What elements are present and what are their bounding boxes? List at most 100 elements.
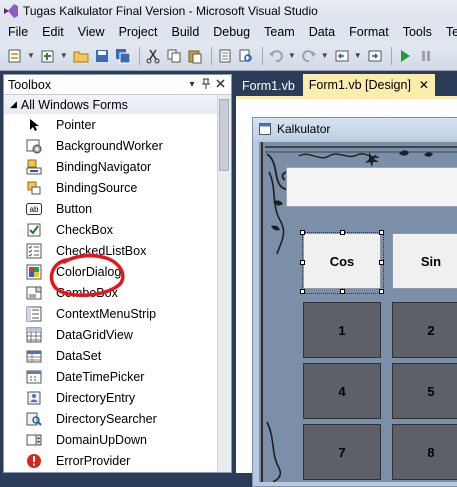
pointer-icon bbox=[26, 117, 42, 133]
digit-5-button[interactable]: 5 bbox=[392, 363, 457, 419]
pause-icon[interactable] bbox=[417, 47, 435, 65]
form-kalkulator[interactable]: Kalkulator Cos Sin 1 2 4 5 7 8 bbox=[252, 117, 457, 487]
toolbox-item-label: DirectorySearcher bbox=[56, 411, 157, 426]
menu-debug[interactable]: Debug bbox=[206, 25, 257, 39]
tab-form1-vb-design[interactable]: Form1.vb [Design] ✕ bbox=[302, 74, 435, 96]
menu-team[interactable]: Team bbox=[257, 25, 302, 39]
toolbox-item-contextmenustrip[interactable]: ContextMenuStrip bbox=[4, 303, 231, 324]
title-bar: Tugas Kalkulator Final Version - Microso… bbox=[0, 0, 457, 22]
menu-test[interactable]: Test bbox=[439, 25, 457, 39]
paste-icon[interactable] bbox=[186, 47, 204, 65]
menu-file[interactable]: File bbox=[0, 25, 35, 39]
cos-button[interactable]: Cos bbox=[303, 233, 381, 289]
display-textbox[interactable] bbox=[286, 167, 457, 207]
window-position-icon[interactable]: ▾ bbox=[185, 79, 199, 90]
tab-form1-vb[interactable]: Form1.vb bbox=[236, 76, 301, 96]
toolbox-scroll-thumb[interactable] bbox=[219, 99, 229, 171]
resize-handle[interactable] bbox=[340, 289, 345, 294]
menu-tools[interactable]: Tools bbox=[396, 25, 439, 39]
toolbox-item-datetimepicker[interactable]: DateTimePicker bbox=[4, 366, 231, 387]
menu-data[interactable]: Data bbox=[302, 25, 342, 39]
new-project-dropdown-icon[interactable]: ▼ bbox=[27, 51, 35, 60]
save-all-icon[interactable] bbox=[114, 47, 132, 65]
toolbox-item-combobox[interactable]: ComboBox bbox=[4, 282, 231, 303]
toolbox-item-domainupdown[interactable]: DomainUpDown bbox=[4, 429, 231, 450]
toolbox-section-all-windows-forms[interactable]: ◢ All Windows Forms bbox=[4, 95, 231, 114]
menu-build[interactable]: Build bbox=[164, 25, 206, 39]
resize-handle[interactable] bbox=[379, 260, 384, 265]
toolbox-item-pointer[interactable]: Pointer bbox=[4, 114, 231, 135]
toolbar-separator bbox=[210, 46, 212, 65]
navigate-backward-dropdown-icon[interactable]: ▼ bbox=[354, 51, 362, 60]
toolbox-item-backgroundworker[interactable]: BackgroundWorker bbox=[4, 135, 231, 156]
close-icon[interactable]: ✕ bbox=[419, 78, 429, 92]
undo-icon[interactable] bbox=[267, 47, 285, 65]
toolbox-item-label: ContextMenuStrip bbox=[56, 306, 157, 321]
resize-handle[interactable] bbox=[340, 230, 345, 235]
navigate-backward-icon[interactable] bbox=[333, 47, 351, 65]
sin-button[interactable]: Sin bbox=[392, 233, 457, 289]
datetimepicker-icon bbox=[26, 369, 42, 385]
toolbox-item-label: DomainUpDown bbox=[56, 432, 148, 447]
add-item-dropdown-icon[interactable]: ▼ bbox=[60, 51, 68, 60]
menu-bar: File Edit View Project Build Debug Team … bbox=[0, 22, 457, 41]
tab-label: Form1.vb [Design] bbox=[308, 78, 411, 92]
open-folder-icon[interactable] bbox=[72, 47, 90, 65]
resize-handle[interactable] bbox=[300, 289, 305, 294]
redo-icon[interactable] bbox=[300, 47, 318, 65]
find-icon[interactable] bbox=[237, 47, 255, 65]
resize-handle[interactable] bbox=[379, 289, 384, 294]
toolbox-item-label: BindingSource bbox=[56, 180, 138, 195]
toolbox-item-checkbox[interactable]: CheckBox bbox=[4, 219, 231, 240]
digit-2-button[interactable]: 2 bbox=[392, 302, 457, 358]
section-label: All Windows Forms bbox=[20, 97, 128, 112]
toolbox-item-colordialog[interactable]: ColorDialog bbox=[4, 261, 231, 282]
menu-edit[interactable]: Edit bbox=[35, 25, 71, 39]
domain-updown-icon bbox=[26, 432, 42, 448]
document-icon[interactable] bbox=[216, 47, 234, 65]
toolbox-item-label: Pointer bbox=[56, 117, 96, 132]
redo-dropdown-icon[interactable]: ▼ bbox=[321, 51, 329, 60]
menu-format[interactable]: Format bbox=[342, 25, 396, 39]
copy-icon[interactable] bbox=[165, 47, 183, 65]
new-project-icon[interactable] bbox=[6, 47, 24, 65]
start-debugging-icon[interactable] bbox=[396, 47, 414, 65]
toolbox-item-label: CheckedListBox bbox=[56, 243, 147, 258]
toolbox-title: Toolbox bbox=[8, 77, 52, 92]
toolbox-item-directoryentry[interactable]: DirectoryEntry bbox=[4, 387, 231, 408]
toolbox-item-dataset[interactable]: DataSet bbox=[4, 345, 231, 366]
close-icon[interactable] bbox=[213, 78, 227, 91]
digit-1-button[interactable]: 1 bbox=[303, 302, 381, 358]
toolbox-item-label: CheckBox bbox=[56, 222, 113, 237]
toolbox-item-bindingsource[interactable]: BindingSource bbox=[4, 177, 231, 198]
toolbox-item-checkedlistbox[interactable]: CheckedListBox bbox=[4, 240, 231, 261]
resize-handle[interactable] bbox=[379, 230, 384, 235]
collapse-triangle-icon[interactable]: ◢ bbox=[10, 99, 17, 110]
resize-handle[interactable] bbox=[300, 230, 305, 235]
add-item-icon[interactable] bbox=[39, 47, 57, 65]
binding-navigator-icon bbox=[26, 159, 42, 175]
form-designer-surface[interactable]: Kalkulator Cos Sin 1 2 4 5 7 8 bbox=[236, 96, 457, 487]
toolbox-item-directorysearcher[interactable]: DirectorySearcher bbox=[4, 408, 231, 429]
toolbox-item-bindingnavigator[interactable]: BindingNavigator bbox=[4, 156, 231, 177]
digit-8-button[interactable]: 8 bbox=[392, 424, 457, 480]
cut-icon[interactable] bbox=[144, 47, 162, 65]
toolbox-item-errorprovider[interactable]: ErrorProvider bbox=[4, 450, 231, 471]
toolbox-scrollbar[interactable] bbox=[217, 95, 231, 472]
digit-7-button[interactable]: 7 bbox=[303, 424, 381, 480]
auto-hide-pin-icon[interactable] bbox=[199, 78, 213, 92]
save-icon[interactable] bbox=[93, 47, 111, 65]
editor-area: Form1.vb Form1.vb [Design] ✕ Kalkulator bbox=[236, 74, 457, 487]
toolbox-item-label: ErrorProvider bbox=[56, 453, 131, 468]
toolbox-item-button[interactable]: ab Button bbox=[4, 198, 231, 219]
digit-4-button[interactable]: 4 bbox=[303, 363, 381, 419]
menu-project[interactable]: Project bbox=[112, 25, 165, 39]
menu-view[interactable]: View bbox=[71, 25, 112, 39]
toolbox-item-label: DataSet bbox=[56, 348, 102, 363]
navigate-forward-icon[interactable] bbox=[366, 47, 384, 65]
form-client-area[interactable]: Cos Sin 1 2 4 5 7 8 bbox=[259, 142, 457, 482]
resize-handle[interactable] bbox=[300, 260, 305, 265]
undo-dropdown-icon[interactable]: ▼ bbox=[288, 51, 296, 60]
toolbox-item-datagridview[interactable]: DataGridView bbox=[4, 324, 231, 345]
standard-toolbar: ▼ ▼ ▼ ▼ ▼ bbox=[0, 41, 457, 71]
